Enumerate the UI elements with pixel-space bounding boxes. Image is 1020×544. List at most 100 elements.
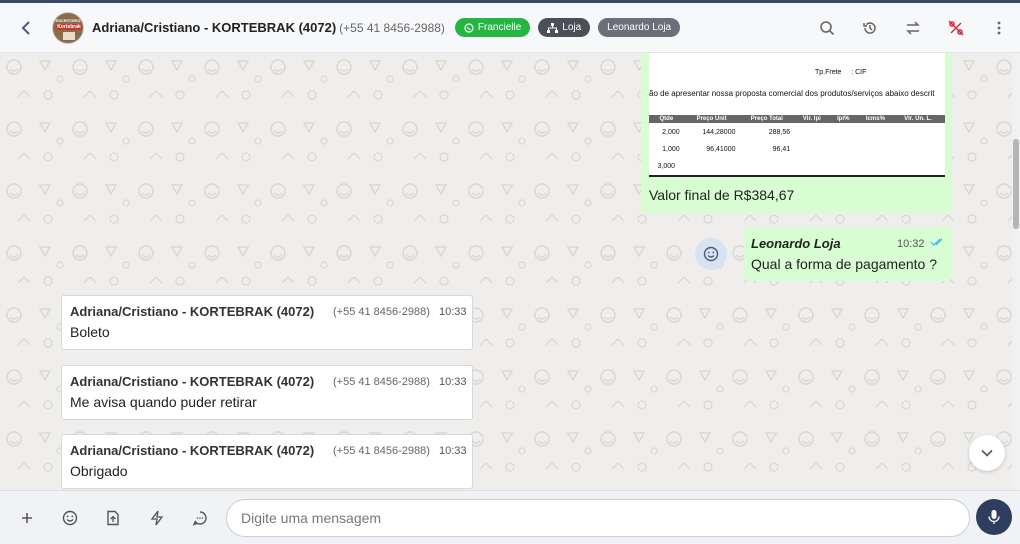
doc-cell: 3,000 [657,163,676,170]
tag-label: Loja [562,22,582,33]
doc-cell [857,140,894,157]
incoming-message[interactable]: Adriana/Cristiano - KORTEBRAK (4072) (+5… [61,434,473,489]
doc-cell: 2,000 [662,129,680,136]
doc-column-header: Vlr. Un. L. [893,115,943,123]
doc-cell: 96,41000 [706,146,736,153]
message-text: Me avisa quando puder retirar [70,394,257,410]
outgoing-message[interactable]: Leonardo Loja 10:32 Qual a forma de paga… [744,227,952,281]
doc-cell [857,123,894,140]
file-upload-icon [107,510,119,526]
chevron-down-icon [981,449,993,457]
avatar-house-shape [63,31,75,40]
microphone-icon [988,510,1000,524]
percent-off-button[interactable] [934,3,977,53]
tag-francielle[interactable]: Francielle [454,18,531,37]
message-text: Qual a forma de pagamento ? [751,256,938,272]
react-emoji-button[interactable] [695,238,727,270]
doc-intro-text: ão de apresentar nossa proposta comercia… [649,89,935,98]
message-sender: Adriana/Cristiano - KORTEBRAK (4072) [70,374,315,389]
doc-freight-label: Tp.Frete [815,69,842,76]
transfer-arrows-icon [905,21,920,35]
quote-document-image[interactable]: Tp.Frete : CIF ão de apresentar nossa pr… [649,53,945,177]
contact-phone: (+55 41 8456-2988) [339,20,445,35]
search-button[interactable] [805,3,848,53]
tag-leonardo-loja[interactable]: Leonardo Loja [598,18,681,37]
doc-cell [794,123,829,140]
doc-cell [829,157,857,174]
doc-freight-line: Tp.Frete : CIF [815,69,866,76]
doc-divider [649,175,945,177]
more-vertical-icon [997,21,1000,35]
doc-cell: 288,56 [768,129,791,136]
templates-button[interactable] [187,505,213,531]
message-text: Obrigado [70,463,128,479]
doc-cell [857,157,894,174]
back-button[interactable] [0,20,52,36]
chat-scrollbar[interactable] [1012,53,1020,490]
avatar-text-top: ESCRITÓRIO [55,17,81,23]
more-options-button[interactable] [977,3,1020,53]
header-actions [805,3,1020,53]
doc-cell [684,157,740,174]
doc-cell [894,123,942,140]
avatar[interactable]: ESCRITÓRIO Kortebrak [52,11,84,44]
composer-bar [0,490,1020,544]
sitemap-icon [547,22,559,33]
message-time: 10:32 [897,238,925,250]
doc-cell: 320 [942,123,945,140]
transfer-button[interactable] [891,3,934,53]
doc-column-header: Vlr. Ipi [794,115,830,123]
doc-column-header: Preço Total [739,115,795,123]
incoming-message[interactable]: Adriana/Cristiano - KORTEBRAK (4072) (+5… [61,365,473,420]
chat-bubble-icon [192,511,207,526]
doc-cell [739,157,794,174]
avatar-text-brand: Kortebrak [56,23,82,30]
doc-freight-value: : CIF [851,69,867,76]
smiley-icon [62,510,78,526]
message-time: 10:33 [439,445,467,457]
incoming-message[interactable]: Adriana/Cristiano - KORTEBRAK (4072) (+5… [61,295,473,350]
history-icon [862,22,876,34]
add-attachment-button[interactable] [14,505,40,531]
quick-replies-button[interactable] [144,505,170,531]
contact-name[interactable]: Adriana/Cristiano - KORTEBRAK (4072) [92,20,336,35]
doc-cell [794,140,829,157]
doc-cell [829,123,857,140]
tag-label: Francielle [477,22,522,33]
message-sender: Adriana/Cristiano - KORTEBRAK (4072) [70,443,315,458]
emoji-button[interactable] [57,505,83,531]
message-phone: (+55 41 8456-2988) [333,376,430,388]
whatsapp-icon [464,22,474,33]
lightning-icon [150,510,164,526]
chat-area[interactable]: Tp.Frete : CIF ão de apresentar nossa pr… [0,53,1012,490]
message-phone: (+55 41 8456-2988) [333,445,430,457]
image-message[interactable]: Tp.Frete : CIF ão de apresentar nossa pr… [641,53,952,213]
percent-off-icon [947,20,964,36]
doc-column-header: Icms% [857,115,894,123]
chat-header: ESCRITÓRIO Kortebrak Adriana/Cristiano -… [0,3,1020,53]
message-phone: (+55 41 8456-2988) [333,306,430,318]
search-icon [819,21,834,36]
chevron-left-icon [21,20,30,35]
doc-items-table: Qtde Preço Unit Preço Total Vlr. Ipi Ipi… [649,115,945,174]
doc-cell [829,140,857,157]
doc-table-row: 3,000 [649,157,945,174]
message-input[interactable] [226,499,970,537]
file-upload-button[interactable] [100,505,126,531]
message-time: 10:33 [439,306,467,318]
doc-cell: 1,000 [662,146,680,153]
tag-loja[interactable]: Loja [538,18,591,37]
history-button[interactable] [848,3,891,53]
image-caption: Valor final de R$384,67 [649,187,795,203]
message-sender: Adriana/Cristiano - KORTEBRAK (4072) [70,304,315,319]
scrollbar-thumb[interactable] [1013,139,1019,229]
doc-column-header: Qtde [649,115,684,123]
doc-table-row: 1,000 96,41000 96,41 270 [649,140,945,157]
doc-cell: 96,41 [772,146,791,153]
doc-cell [942,157,945,174]
scroll-to-bottom-button[interactable] [969,435,1005,471]
doc-table-row: 2,000 144,28000 288,56 320 [649,123,945,140]
doc-cell: 270 [942,140,945,157]
doc-cell [794,157,829,174]
voice-record-button[interactable] [976,499,1012,535]
